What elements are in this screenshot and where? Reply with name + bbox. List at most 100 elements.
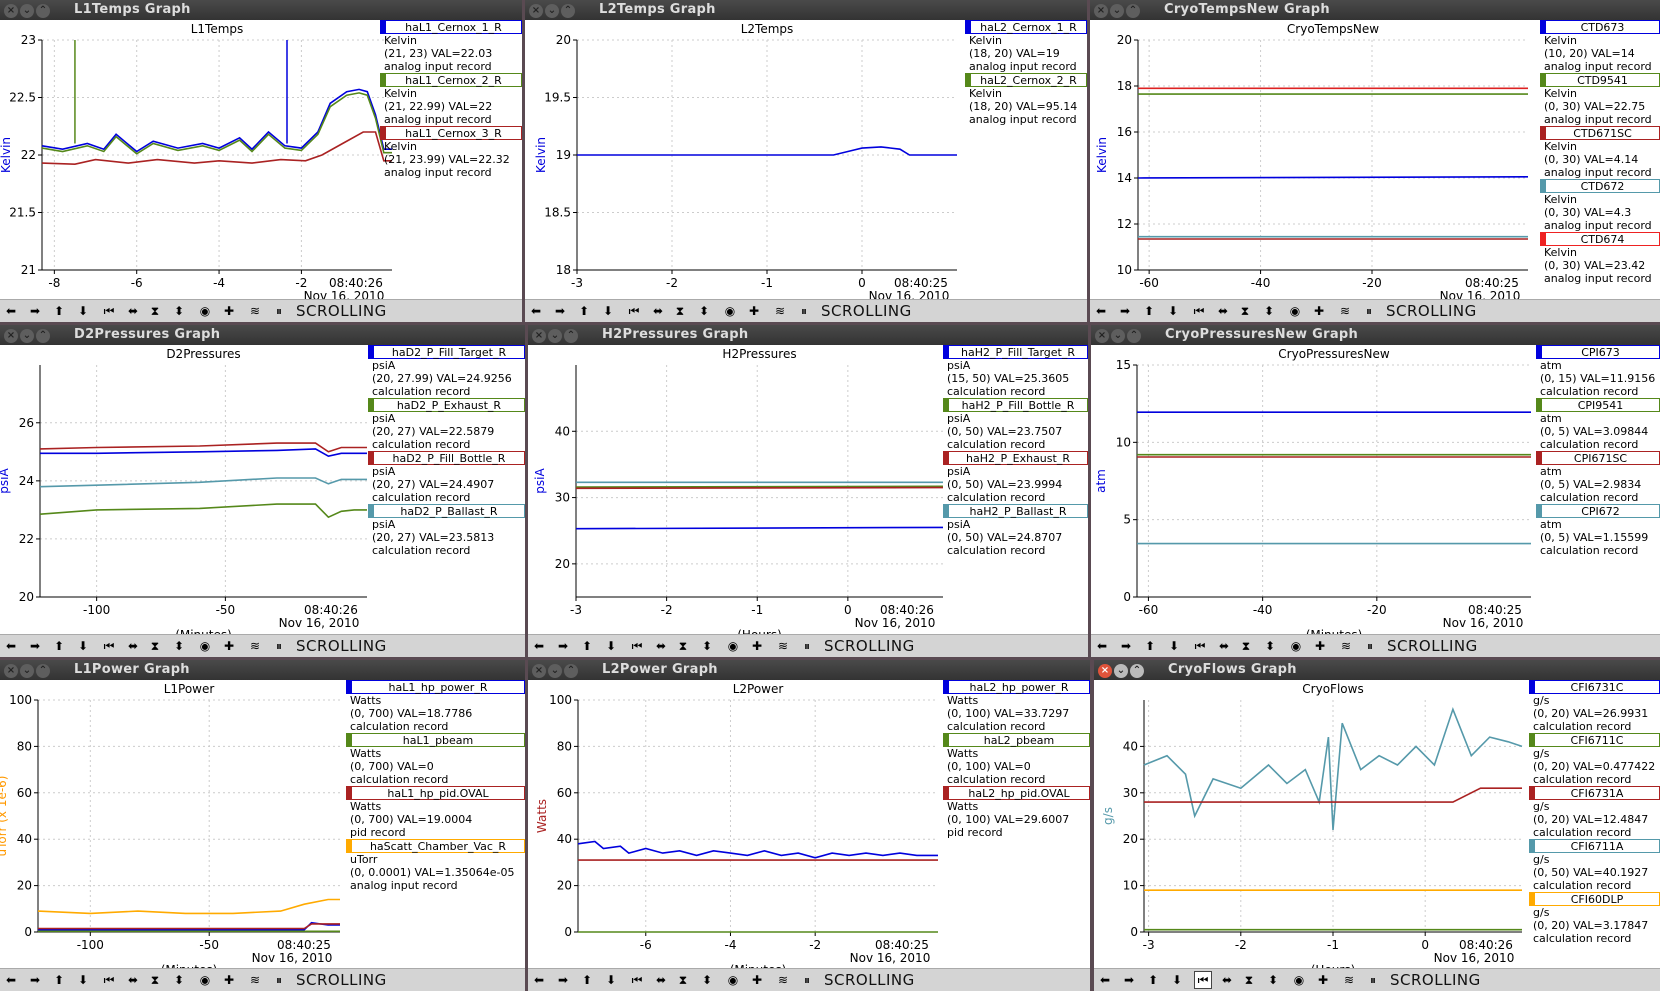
legend-pv-name[interactable]: CPI671SC: [1536, 451, 1660, 465]
zoom-in-icon[interactable]: ✚: [745, 302, 763, 320]
close-icon[interactable]: ×: [532, 664, 546, 678]
legend-entry[interactable]: haH2_P_Exhaust_R psiA (0, 50) VAL=23.9994 c…: [943, 451, 1088, 504]
zoom-in-icon[interactable]: ✚: [1314, 971, 1332, 989]
compress-vertical-icon[interactable]: ⧗: [146, 637, 164, 655]
skip-to-start-icon[interactable]: ⏮: [628, 971, 646, 989]
zoom-in-icon[interactable]: ✚: [220, 971, 238, 989]
legend-pv-name[interactable]: CFI6711A: [1529, 839, 1660, 853]
maximize-icon[interactable]: ⌃: [561, 4, 575, 18]
compress-vertical-icon[interactable]: ⧗: [1240, 971, 1258, 989]
autoscale-icon[interactable]: ≋: [1337, 637, 1355, 655]
zoom-in-icon[interactable]: ✚: [1311, 637, 1329, 655]
legend-pv-name[interactable]: CFI6731C: [1529, 680, 1660, 694]
close-icon[interactable]: ×: [529, 4, 543, 18]
window-titlebar[interactable]: × ⌄ ⌃ CryoPressuresNew Graph: [1091, 325, 1660, 345]
legend-entry[interactable]: haL2_Cernox_1_R Kelvin (18, 20) VAL=19 anal…: [965, 20, 1087, 73]
maximize-icon[interactable]: ⌃: [564, 329, 578, 343]
legend-pv-name[interactable]: haL2_Cernox_2_R: [965, 73, 1087, 87]
legend-pv-name[interactable]: haD2_P_Fill_Bottle_R: [368, 451, 525, 465]
pause-icon[interactable]: ⏸: [795, 302, 813, 320]
compress-vertical-icon[interactable]: ⧗: [674, 971, 692, 989]
arrow-down-icon[interactable]: ⬇: [602, 637, 620, 655]
legend-entry[interactable]: CPI671SC atm (0, 5) VAL=2.9834 calculation …: [1536, 451, 1660, 504]
compress-vertical-icon[interactable]: ⧗: [146, 302, 164, 320]
minimize-icon[interactable]: ⌄: [1111, 329, 1125, 343]
legend-pv-name[interactable]: haH2_P_Fill_Target_R: [943, 345, 1088, 359]
zoom-out-icon[interactable]: ◉: [1290, 971, 1308, 989]
zoom-out-icon[interactable]: ◉: [724, 637, 742, 655]
legend-entry[interactable]: haD2_P_Fill_Target_R psiA (20, 27.99) VAL=…: [368, 345, 525, 398]
arrow-left-icon[interactable]: ⬅: [1096, 971, 1114, 989]
pause-icon[interactable]: ⏸: [270, 637, 288, 655]
expand-horizontal-icon[interactable]: ⬌: [1215, 637, 1233, 655]
legend-pv-name[interactable]: CTD9541: [1540, 73, 1660, 87]
arrow-down-icon[interactable]: ⬇: [1164, 302, 1182, 320]
scrolling-mode-label[interactable]: SCROLLING: [824, 637, 915, 655]
legend-entry[interactable]: haL1_hp_pid.OVAL Watts (0, 700) VAL=19.000…: [346, 786, 525, 839]
legend-entry[interactable]: haL2_pbeam Watts (0, 100) VAL=0 calculation…: [943, 733, 1090, 786]
autoscale-icon[interactable]: ≋: [246, 637, 264, 655]
legend-entry[interactable]: CTD674 Kelvin (0, 30) VAL=23.42 analog inpu…: [1540, 232, 1660, 285]
autoscale-icon[interactable]: ≋: [246, 971, 264, 989]
legend-pv-name[interactable]: haH2_P_Exhaust_R: [943, 451, 1088, 465]
arrow-left-icon[interactable]: ⬅: [530, 637, 548, 655]
legend-pv-name[interactable]: haH2_P_Ballast_R: [943, 504, 1088, 518]
expand-horizontal-icon[interactable]: ⬌: [124, 302, 142, 320]
legend-pv-name[interactable]: haL1_Cernox_2_R: [380, 73, 522, 87]
compress-vertical-icon[interactable]: ⧗: [671, 302, 689, 320]
arrow-left-icon[interactable]: ⬅: [1092, 302, 1110, 320]
legend-pv-name[interactable]: haD2_P_Exhaust_R: [368, 398, 525, 412]
autoscale-icon[interactable]: ≋: [1340, 971, 1358, 989]
legend-entry[interactable]: CPI9541 atm (0, 5) VAL=3.09844 calculation …: [1536, 398, 1660, 451]
window-titlebar[interactable]: × ⌄ ⌃ H2Pressures Graph: [528, 325, 1088, 345]
legend-pv-name[interactable]: CPI9541: [1536, 398, 1660, 412]
arrow-up-icon[interactable]: ⬆: [1141, 637, 1159, 655]
minimize-icon[interactable]: ⌄: [20, 329, 34, 343]
legend-entry[interactable]: CFI6731A g/s (0, 20) VAL=12.4847 calculatio…: [1529, 786, 1660, 839]
close-icon[interactable]: ×: [532, 329, 546, 343]
maximize-icon[interactable]: ⌃: [36, 664, 50, 678]
arrow-left-icon[interactable]: ⬅: [2, 637, 20, 655]
arrow-down-icon[interactable]: ⬇: [1165, 637, 1183, 655]
legend-entry[interactable]: haH2_P_Ballast_R psiA (0, 50) VAL=24.8707 c…: [943, 504, 1088, 557]
skip-to-start-icon[interactable]: ⏮: [1191, 637, 1209, 655]
arrow-right-icon[interactable]: ➡: [554, 637, 572, 655]
legend-entry[interactable]: CTD9541 Kelvin (0, 30) VAL=22.75 analog inp…: [1540, 73, 1660, 126]
zoom-in-icon[interactable]: ✚: [220, 302, 238, 320]
scrolling-mode-label[interactable]: SCROLLING: [296, 971, 387, 989]
close-icon[interactable]: ×: [4, 664, 18, 678]
arrow-left-icon[interactable]: ⬅: [2, 971, 20, 989]
legend-pv-name[interactable]: CTD674: [1540, 232, 1660, 246]
expand-horizontal-icon[interactable]: ⬌: [124, 637, 142, 655]
expand-vertical-icon[interactable]: ⬍: [170, 302, 188, 320]
legend-entry[interactable]: CTD673 Kelvin (10, 20) VAL=14 analog input …: [1540, 20, 1660, 73]
legend-entry[interactable]: CTD672 Kelvin (0, 30) VAL=4.3 analog input …: [1540, 179, 1660, 232]
legend-entry[interactable]: haL1_Cernox_1_R Kelvin (21, 23) VAL=22.03 a…: [380, 20, 522, 73]
arrow-down-icon[interactable]: ⬇: [74, 637, 92, 655]
skip-to-start-icon[interactable]: ⏮: [1190, 302, 1208, 320]
legend-entry[interactable]: CPI673 atm (0, 15) VAL=11.9156 calculation …: [1536, 345, 1660, 398]
close-icon[interactable]: ×: [4, 329, 18, 343]
legend-pv-name[interactable]: haL1_hp_pid.OVAL: [346, 786, 525, 800]
legend-entry[interactable]: haD2_P_Ballast_R psiA (20, 27) VAL=23.5813…: [368, 504, 525, 557]
expand-horizontal-icon[interactable]: ⬌: [652, 637, 670, 655]
maximize-icon[interactable]: ⌃: [1130, 664, 1144, 678]
zoom-in-icon[interactable]: ✚: [220, 637, 238, 655]
legend-entry[interactable]: CTD671SC Kelvin (0, 30) VAL=4.14 analog inp…: [1540, 126, 1660, 179]
arrow-right-icon[interactable]: ➡: [554, 971, 572, 989]
arrow-up-icon[interactable]: ⬆: [578, 971, 596, 989]
legend-pv-name[interactable]: haD2_P_Ballast_R: [368, 504, 525, 518]
arrow-up-icon[interactable]: ⬆: [1140, 302, 1158, 320]
close-icon[interactable]: ×: [1094, 4, 1108, 18]
window-titlebar[interactable]: × ⌄ ⌃ L2Power Graph: [528, 660, 1090, 680]
legend-entry[interactable]: CPI672 atm (0, 5) VAL=1.15599 calculation r…: [1536, 504, 1660, 557]
arrow-up-icon[interactable]: ⬆: [50, 302, 68, 320]
autoscale-icon[interactable]: ≋: [771, 302, 789, 320]
arrow-left-icon[interactable]: ⬅: [530, 971, 548, 989]
legend-entry[interactable]: haD2_P_Fill_Bottle_R psiA (20, 27) VAL=24.…: [368, 451, 525, 504]
expand-horizontal-icon[interactable]: ⬌: [1218, 971, 1236, 989]
window-titlebar[interactable]: × ⌄ ⌃ L1Power Graph: [0, 660, 525, 680]
legend-pv-name[interactable]: haL2_hp_pid.OVAL: [943, 786, 1090, 800]
pause-icon[interactable]: ⏸: [1360, 302, 1378, 320]
window-titlebar[interactable]: × ⌄ ⌃ L2Temps Graph: [525, 0, 1087, 20]
